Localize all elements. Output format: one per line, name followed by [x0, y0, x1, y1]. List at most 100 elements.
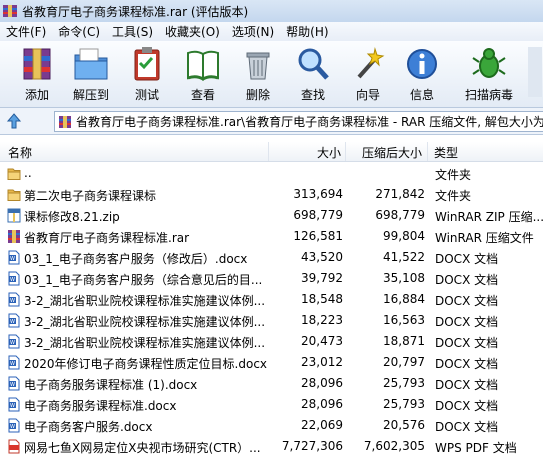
- file-row[interactable]: 03_1_电子商务客户服务（综合意见后的目... 39,792 35,108 DOCX…: [0, 268, 543, 289]
- file-row[interactable]: 3-2_湖北省职业院校课程标准实施建议体例... 18,548 16,884 DOCX…: [0, 289, 543, 310]
- menu-favorites[interactable]: 收藏夹(O): [159, 23, 226, 40]
- file-packed-size: 698,779: [375, 208, 425, 222]
- column-divider[interactable]: [427, 142, 428, 161]
- file-type: WinRAR ZIP 压缩...: [435, 210, 543, 224]
- file-size: 18,223: [301, 313, 343, 327]
- file-size: 23,012: [301, 355, 343, 369]
- file-name: 网易七鱼X网易定位X央视市场研究(CTR）...: [24, 441, 261, 455]
- file-size: 28,096: [301, 376, 343, 390]
- column-header: 名称 大小 压缩后大小 类型: [0, 142, 543, 162]
- scan-virus-label: 扫描病毒: [464, 88, 513, 102]
- address-bar: 省教育厅电子商务课程标准.rar\省教育厅电子商务课程标准 - RAR 压缩文件…: [0, 108, 543, 135]
- docx-file-icon: [7, 376, 21, 391]
- file-row[interactable]: 课标修改8.21.zip 698,779 698,779 WinRAR ZIP 压缩.…: [0, 205, 543, 226]
- wizard-button[interactable]: 向导: [343, 45, 393, 103]
- add-button[interactable]: 添加: [12, 45, 62, 103]
- file-row[interactable]: 3-2_湖北省职业院校课程标准实施建议体例... 20,473 18,871 DOCX…: [0, 331, 543, 352]
- column-packed-size[interactable]: 压缩后大小: [362, 144, 422, 161]
- docx-file-icon: [7, 313, 21, 328]
- file-row[interactable]: 省教育厅电子商务课程标准.rar 126,581 99,804 WinRAR 压缩文件: [0, 226, 543, 247]
- file-name: 电子商务客户服务.docx: [24, 420, 153, 434]
- wizard-wand-icon: [357, 47, 385, 79]
- column-divider[interactable]: [345, 142, 346, 161]
- menu-tools[interactable]: 工具(S): [106, 23, 159, 40]
- file-packed-size: 18,871: [383, 334, 425, 348]
- delete-button[interactable]: 删除: [233, 45, 283, 103]
- column-type[interactable]: 类型: [434, 144, 458, 161]
- file-packed-size: 16,563: [383, 313, 425, 327]
- file-name: 课标修改8.21.zip: [24, 210, 120, 224]
- view-button[interactable]: 查看: [178, 45, 228, 103]
- file-row[interactable]: .. 文件夹: [0, 163, 543, 184]
- file-packed-size: 16,884: [383, 292, 425, 306]
- file-type: DOCX 文档: [435, 378, 499, 392]
- file-name: 03_1_电子商务客户服务（综合意见后的目...: [24, 273, 263, 287]
- column-size[interactable]: 大小: [317, 144, 341, 161]
- file-type: DOCX 文档: [435, 420, 499, 434]
- menu-file[interactable]: 文件(F): [0, 23, 52, 40]
- folder-icon: [7, 187, 21, 202]
- rar-file-icon: [7, 229, 21, 244]
- winrar-app-icon: [3, 5, 17, 17]
- file-packed-size: 271,842: [375, 187, 425, 201]
- file-packed-size: 25,793: [383, 376, 425, 390]
- file-type: WinRAR 压缩文件: [435, 231, 534, 245]
- info-label: 信息: [409, 88, 434, 102]
- menu-command[interactable]: 命令(C): [52, 23, 106, 40]
- bug-scan-icon: [472, 48, 506, 78]
- file-row[interactable]: 电子商务服务课程标准.docx 28,096 25,793 DOCX 文档: [0, 394, 543, 415]
- test-button[interactable]: 测试: [122, 45, 172, 103]
- file-row[interactable]: 03_1_电子商务客户服务（修改后）.docx 43,520 41,522 DOCX …: [0, 247, 543, 268]
- file-size: 39,792: [301, 271, 343, 285]
- info-icon: [407, 49, 437, 79]
- menu-options[interactable]: 选项(N): [226, 23, 280, 40]
- docx-file-icon: [7, 397, 21, 412]
- add-label: 添加: [24, 88, 49, 102]
- file-type: WPS PDF 文档: [435, 441, 517, 455]
- info-button[interactable]: 信息: [397, 45, 447, 103]
- file-row[interactable]: 第二次电子商务课程课标 313,694 271,842 文件夹: [0, 184, 543, 205]
- menu-bar: 文件(F) 命令(C) 工具(S) 收藏夹(O) 选项(N) 帮助(H): [0, 22, 543, 41]
- file-size: 43,520: [301, 250, 343, 264]
- extract-to-button[interactable]: 解压到: [66, 45, 116, 103]
- delete-label: 删除: [245, 88, 270, 102]
- up-folder-icon[interactable]: [4, 111, 24, 131]
- file-name: 2020年修订电子商务课程性质定位目标.docx: [24, 357, 267, 371]
- file-row[interactable]: 网易七鱼X网易定位X央视市场研究(CTR）... 7,727,306 7,602,3…: [0, 436, 543, 457]
- test-label: 测试: [134, 88, 159, 102]
- file-packed-size: 35,108: [383, 271, 425, 285]
- menu-help[interactable]: 帮助(H): [280, 23, 334, 40]
- file-row[interactable]: 2020年修订电子商务课程性质定位目标.docx 23,012 20,797 DOCX…: [0, 352, 543, 373]
- file-packed-size: 25,793: [383, 397, 425, 411]
- find-button[interactable]: 查找: [288, 45, 338, 103]
- file-row[interactable]: 电子商务客户服务.docx 22,069 20,576 DOCX 文档: [0, 415, 543, 436]
- file-packed-size: 99,804: [383, 229, 425, 243]
- file-row[interactable]: 3-2_湖北省职业院校课程标准实施建议体例... 18,223 16,563 DOCX…: [0, 310, 543, 331]
- toolbar: 添加 解压到 测试 查看 删除 查找 向导 信息 扫描病毒: [0, 41, 543, 108]
- docx-file-icon: [7, 292, 21, 307]
- file-name: ..: [24, 166, 32, 180]
- toolbar-more-icon[interactable]: [528, 47, 542, 97]
- pdf-file-icon: [7, 439, 21, 454]
- scan-virus-button[interactable]: 扫描病毒: [461, 45, 517, 103]
- file-row[interactable]: 电子商务服务课程标准 (1).docx 28,096 25,793 DOCX 文档: [0, 373, 543, 394]
- rar-file-icon: [59, 115, 71, 128]
- column-divider[interactable]: [268, 142, 269, 161]
- file-name: 3-2_湖北省职业院校课程标准实施建议体例...: [24, 294, 266, 308]
- file-name: 3-2_湖北省职业院校课程标准实施建议体例...: [24, 336, 266, 350]
- docx-file-icon: [7, 271, 21, 286]
- file-type: 文件夹: [435, 168, 472, 182]
- file-size: 18,548: [301, 292, 343, 306]
- window-title: 省教育厅电子商务课程标准.rar (评估版本): [22, 4, 249, 19]
- folder-up-icon: [7, 166, 21, 181]
- file-packed-size: 41,522: [383, 250, 425, 264]
- file-type: DOCX 文档: [435, 252, 499, 266]
- extract-folder-icon: [74, 48, 108, 80]
- docx-file-icon: [7, 418, 21, 433]
- file-type: 文件夹: [435, 189, 472, 203]
- file-name: 电子商务服务课程标准.docx: [24, 399, 177, 413]
- column-name[interactable]: 名称: [8, 144, 32, 161]
- docx-file-icon: [7, 355, 21, 370]
- wizard-label: 向导: [355, 88, 380, 102]
- address-field[interactable]: 省教育厅电子商务课程标准.rar\省教育厅电子商务课程标准 - RAR 压缩文件…: [54, 111, 543, 132]
